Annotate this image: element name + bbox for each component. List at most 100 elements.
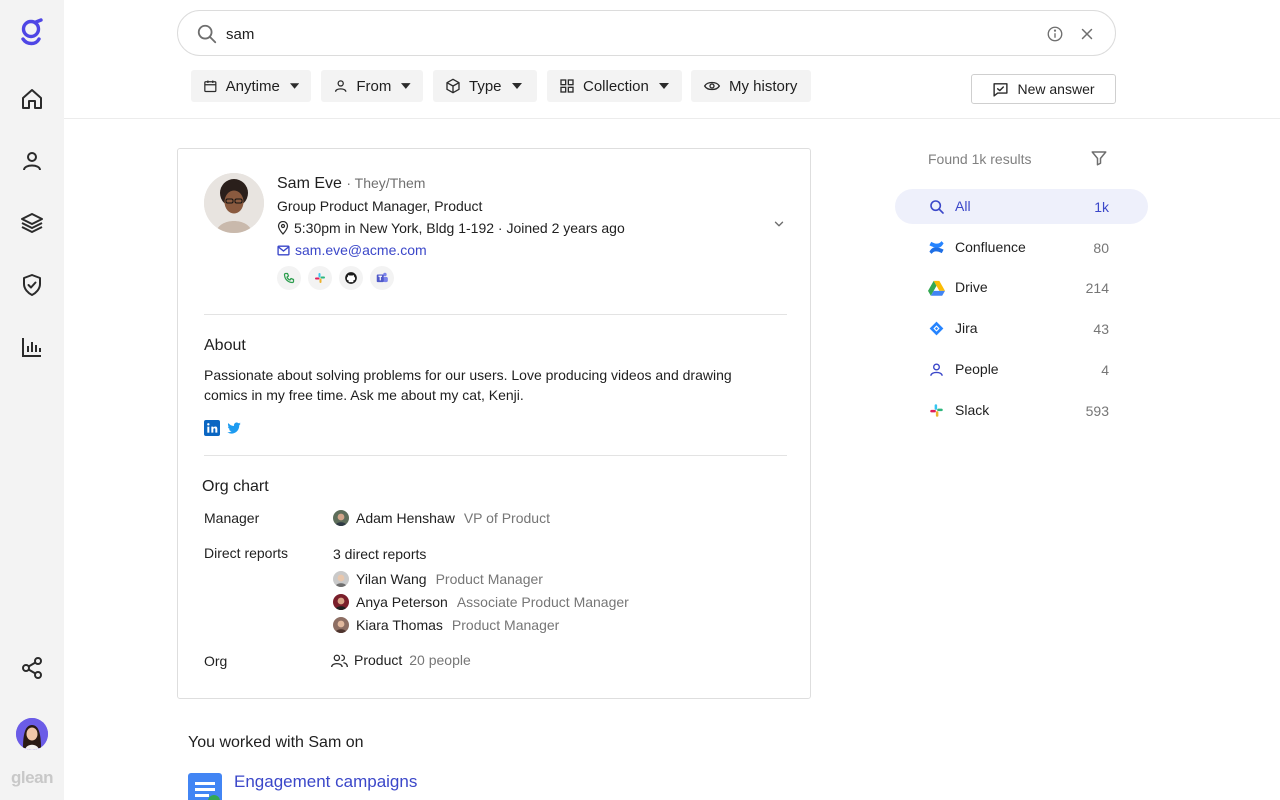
about-text: Passionate about solving problems for ou…	[204, 365, 774, 405]
filter-collection[interactable]: Collection	[547, 70, 682, 102]
facet-confluence[interactable]: Confluence 80	[895, 230, 1148, 265]
person-email-link[interactable]: sam.eve@acme.com	[277, 242, 427, 258]
location-pin-icon	[277, 221, 289, 235]
brand-wordmark: glean	[0, 768, 64, 788]
manager-label: Manager	[204, 510, 259, 526]
google-docs-icon	[188, 773, 222, 800]
search-bar	[177, 10, 1116, 56]
facet-slack[interactable]: Slack 593	[895, 393, 1148, 428]
clear-search-icon[interactable]	[1078, 25, 1096, 48]
filter-anytime[interactable]: Anytime	[191, 70, 311, 102]
bar-chart-icon[interactable]	[18, 333, 46, 361]
direct-reports-count: 3 direct reports	[333, 546, 426, 562]
report-row[interactable]: Anya Peterson Associate Product Manager	[333, 594, 629, 610]
avatar	[333, 594, 349, 610]
facet-drive[interactable]: Drive 214	[895, 270, 1148, 305]
linkedin-icon[interactable]	[204, 420, 220, 441]
facet-count: 43	[1093, 321, 1109, 337]
facet-label: People	[955, 361, 999, 377]
facet-count: 80	[1093, 240, 1109, 256]
github-icon[interactable]	[339, 266, 363, 290]
about-heading: About	[204, 337, 246, 355]
shield-check-icon[interactable]	[18, 271, 46, 299]
filter-label: Collection	[583, 78, 649, 95]
filter-type[interactable]: Type	[433, 70, 537, 102]
filter-label: My history	[729, 78, 797, 95]
facet-label: All	[955, 198, 971, 214]
report-row[interactable]: Yilan Wang Product Manager	[333, 571, 543, 587]
facet-count: 4	[1101, 362, 1109, 378]
manager-row[interactable]: Adam Henshaw VP of Product	[333, 510, 550, 526]
avatar	[333, 510, 349, 526]
mail-icon	[277, 245, 290, 256]
person-title: Group Product Manager, Product	[277, 198, 482, 214]
org-label: Org	[204, 653, 227, 669]
search-icon	[928, 198, 945, 215]
chevron-down-icon[interactable]	[772, 217, 786, 236]
person-avatar[interactable]	[204, 173, 264, 233]
person-email: sam.eve@acme.com	[295, 242, 427, 258]
facet-jira[interactable]: Jira 43	[895, 311, 1148, 346]
slack-icon	[928, 402, 945, 419]
facet-all[interactable]: All 1k	[895, 189, 1148, 224]
person-name: Sam Eve	[277, 175, 342, 192]
twitter-icon[interactable]	[226, 420, 242, 441]
person-card: Sam Eve · They/Them Group Product Manage…	[177, 148, 811, 699]
person-icon	[333, 78, 348, 94]
doc-title-link[interactable]: Engagement campaigns	[234, 772, 417, 792]
org-chart-heading: Org chart	[202, 478, 269, 496]
report-row[interactable]: Kiara Thomas Product Manager	[333, 617, 559, 633]
org-size: 20 people	[409, 652, 471, 668]
new-answer-button[interactable]: New answer	[971, 74, 1116, 104]
search-header: Anytime From Type Collection My history …	[64, 0, 1280, 119]
org-row[interactable]: Product 20 people	[331, 652, 471, 668]
caret-down-icon	[290, 83, 299, 89]
results-count: Found 1k results	[928, 151, 1032, 167]
caret-down-icon	[401, 83, 411, 89]
filter-label: Anytime	[226, 78, 280, 95]
calendar-icon	[203, 78, 218, 94]
user-avatar[interactable]	[16, 718, 48, 750]
filter-label: From	[356, 78, 391, 95]
filter-from[interactable]: From	[321, 70, 423, 102]
reports-count-text: 3 direct reports	[333, 546, 426, 562]
filter-my-history[interactable]: My history	[691, 70, 811, 102]
group-icon	[331, 653, 348, 668]
eye-icon	[703, 78, 721, 94]
facet-label: Jira	[955, 320, 978, 336]
new-answer-label: New answer	[1017, 81, 1094, 97]
facet-label: Confluence	[955, 239, 1026, 255]
grid-icon	[559, 78, 575, 94]
person-name-line: Sam Eve · They/Them	[277, 175, 425, 193]
left-nav: glean	[0, 0, 64, 800]
filter-funnel-icon[interactable]	[1090, 149, 1108, 172]
glean-logo-icon[interactable]	[19, 18, 45, 48]
facet-count: 214	[1086, 280, 1109, 296]
social-links	[204, 420, 248, 441]
teams-icon[interactable]	[370, 266, 394, 290]
person-location-line: 5:30pm in New York, Bldg 1-192 · Joined …	[277, 220, 625, 236]
caret-down-icon	[659, 83, 669, 89]
phone-icon[interactable]	[277, 266, 301, 290]
avatar	[333, 617, 349, 633]
search-input[interactable]	[226, 21, 1006, 47]
report-title: Associate Product Manager	[457, 594, 629, 610]
contact-apps	[277, 266, 401, 290]
layers-icon[interactable]	[18, 209, 46, 237]
manager-name: Adam Henshaw	[356, 510, 455, 526]
manager-title: VP of Product	[464, 510, 550, 526]
confluence-icon	[928, 239, 945, 256]
divider	[204, 314, 787, 315]
info-icon[interactable]	[1046, 25, 1064, 48]
filter-label: Type	[469, 78, 502, 95]
slack-app-icon[interactable]	[308, 266, 332, 290]
people-nav-icon[interactable]	[18, 147, 46, 175]
report-name: Anya Peterson	[356, 594, 448, 610]
app: glean Anytime From Type	[0, 0, 1280, 800]
chat-add-icon	[992, 81, 1009, 98]
report-name: Kiara Thomas	[356, 617, 443, 633]
facet-people[interactable]: People 4	[895, 352, 1148, 387]
share-icon[interactable]	[18, 654, 46, 682]
report-title: Product Manager	[452, 617, 559, 633]
home-icon[interactable]	[18, 85, 46, 113]
